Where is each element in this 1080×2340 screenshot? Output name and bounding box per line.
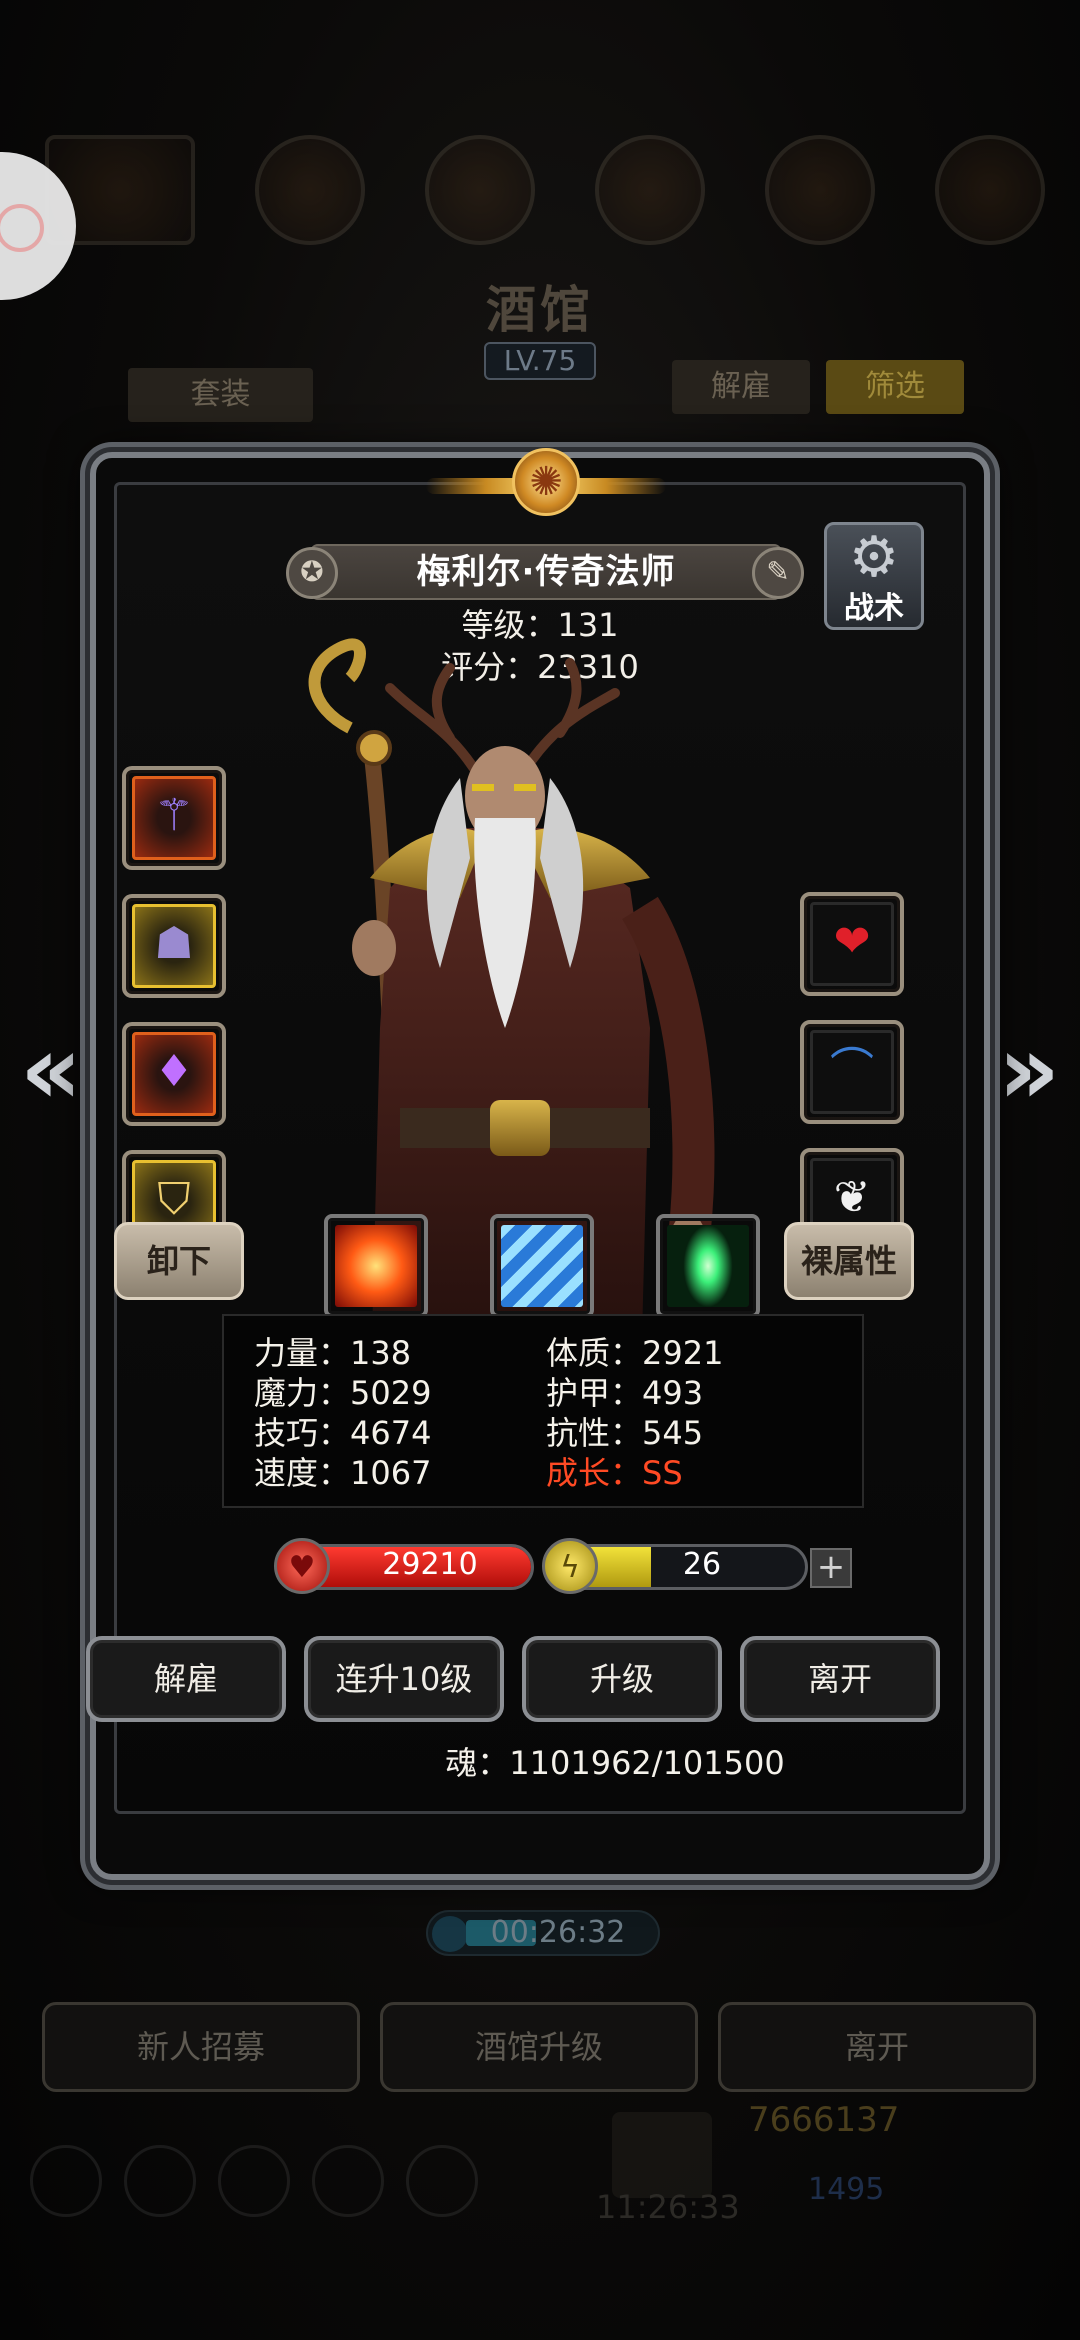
dock-icon[interactable] [30, 2145, 102, 2217]
tactic-label: 战术 [844, 591, 904, 626]
bottom-dock [30, 2145, 490, 2225]
heart-icon: ♥ [274, 1538, 330, 1594]
stat-growth: 成长：SS [546, 1454, 683, 1492]
equip-slot-charm[interactable]: ❤ [800, 892, 904, 996]
edit-name-icon[interactable]: ✎ [752, 547, 804, 599]
naked-attributes-button[interactable]: 裸属性 [784, 1222, 914, 1300]
suit-button[interactable]: 套装 [128, 368, 313, 422]
filter-button[interactable]: 筛选 [826, 360, 964, 414]
soul-counter: 魂：1101962/101500 [445, 1744, 785, 1782]
robe-icon: ☗ [154, 918, 194, 969]
skill-slot-fire[interactable] [324, 1214, 428, 1318]
ice-storm-icon [501, 1225, 583, 1307]
previous-hero-arrow-icon[interactable]: « [16, 1020, 86, 1120]
blue-arc-icon: ⌒ [830, 1044, 874, 1095]
equip-slot-weapon[interactable]: ⚚ [122, 766, 226, 870]
next-hero-arrow-icon[interactable]: » [994, 1020, 1064, 1120]
hp-value: 29210 [382, 1547, 478, 1582]
tavern-leave-button[interactable]: 离开 [718, 2002, 1036, 2092]
hero-name-bar: 梅利尔·传奇法师 [310, 544, 782, 600]
clock-text: 11:26:33 [596, 2188, 740, 2226]
level-up-10-button[interactable]: 连升10级 [304, 1636, 504, 1722]
green-crystal-icon [667, 1225, 749, 1307]
stat-speed: 速度：1067 [254, 1454, 432, 1492]
stats-panel: 力量：138 魔力：5029 技巧：4674 速度：1067 体质：2921 护… [222, 1314, 864, 1508]
timer-text: 00:26:32 [490, 1915, 626, 1950]
gold-amount: 7666137 [748, 2100, 900, 2140]
refresh-timer: 00:26:32 [426, 1910, 660, 1956]
unequip-button[interactable]: 卸下 [114, 1222, 244, 1300]
gear-icon: ⚙ [848, 525, 900, 590]
gold-orb-icon [425, 135, 535, 245]
add-energy-button[interactable]: + [810, 1548, 852, 1588]
fire-burst-icon [335, 1225, 417, 1307]
tavern-title: 酒馆 [486, 281, 594, 339]
tavern-level: LV.75 [484, 342, 596, 380]
equip-slot-amulet[interactable]: ♦ [122, 1022, 226, 1126]
hero-name: 梅利尔·传奇法师 [416, 552, 676, 592]
dock-icon[interactable] [218, 2145, 290, 2217]
top-resource-icons [45, 135, 1045, 255]
gem-amount: 1495 [808, 2172, 885, 2207]
dock-icon[interactable] [406, 2145, 478, 2217]
fire-orb-icon [255, 135, 365, 245]
equip-slot-armor[interactable]: ☗ [122, 894, 226, 998]
tavern-dismiss-button[interactable]: 解雇 [672, 360, 810, 414]
tavern-upgrade-button[interactable]: 酒馆升级 [380, 2002, 698, 2092]
medal-icon[interactable]: ✪ [286, 547, 338, 599]
lightning-icon: ϟ [542, 1538, 598, 1594]
water-orb-icon [765, 135, 875, 245]
equip-slot-ring[interactable]: ⌒ [800, 1020, 904, 1124]
hero-detail-panel: 梅利尔·传奇法师 ✪ ✎ 等级：131 评分：23310 ⚙ 战术 [86, 448, 990, 1880]
tactic-button[interactable]: ⚙ 战术 [824, 522, 924, 630]
skill-slot-ice[interactable] [490, 1214, 594, 1318]
energy-value: 26 [682, 1547, 722, 1582]
level-up-button[interactable]: 升级 [522, 1636, 722, 1722]
leave-button[interactable]: 离开 [740, 1636, 940, 1722]
chest-icon[interactable] [612, 2112, 712, 2198]
recruit-button[interactable]: 新人招募 [42, 2002, 360, 2092]
dock-icon[interactable] [124, 2145, 196, 2217]
dismiss-hero-button[interactable]: 解雇 [86, 1636, 286, 1722]
skill-slot-crystal[interactable] [656, 1214, 760, 1318]
amulet-icon: ♦ [154, 1046, 194, 1097]
dark-orb-icon [935, 135, 1045, 245]
crest-emblem-icon [426, 444, 666, 528]
stone-orb-icon [595, 135, 705, 245]
dock-icon[interactable] [312, 2145, 384, 2217]
staff-icon: ⚚ [154, 790, 194, 841]
heart-charm-icon: ❤ [833, 916, 871, 967]
